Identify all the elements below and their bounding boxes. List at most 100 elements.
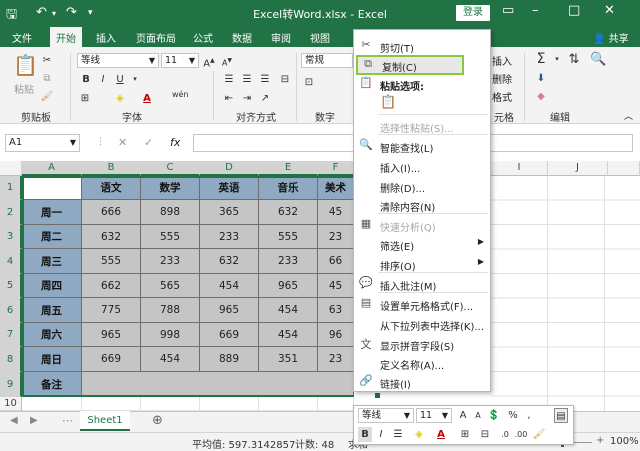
- collapse-ribbon-icon[interactable]: ︿: [624, 109, 633, 122]
- undo-icon[interactable]: ↶: [36, 5, 47, 20]
- find-select-icon[interactable]: 🔍: [590, 52, 606, 67]
- fill-color-icon[interactable]: ◈: [113, 91, 127, 106]
- context-menu-item[interactable]: 🔗 链接(I): [354, 372, 490, 392]
- align-center-icon[interactable]: ☰: [391, 427, 405, 442]
- paste-label[interactable]: 粘贴: [14, 81, 34, 96]
- percent-icon[interactable]: %: [506, 408, 520, 423]
- name-box[interactable]: A1 ▼: [5, 134, 80, 152]
- context-menu-item[interactable]: ▤ 设置单元格格式(F)...: [354, 294, 490, 314]
- table-empty-cell[interactable]: [141, 397, 200, 411]
- column-header[interactable]: J: [548, 161, 608, 176]
- zoom-level[interactable]: 100%: [610, 436, 639, 447]
- next-sheet-icon[interactable]: ▶: [30, 415, 38, 426]
- select-all-corner[interactable]: [0, 161, 22, 176]
- underline-dropdown-icon[interactable]: ▾: [128, 72, 142, 87]
- share-button[interactable]: 👤 共享: [593, 30, 629, 45]
- sheet-tab[interactable]: Sheet1: [80, 411, 130, 431]
- redo-icon[interactable]: ↷: [66, 5, 77, 20]
- mini-font-name-combo[interactable]: 等线 ▼: [358, 408, 414, 423]
- fill-color-icon[interactable]: ◈: [412, 427, 426, 442]
- number-format-combo[interactable]: 常规: [301, 53, 353, 68]
- spreadsheet-grid[interactable]: A B C D E F I J 1 2 3 4 5 6 7 8 9 10 语文 数学 英语 音乐 美术 周一…: [0, 161, 640, 411]
- decrease-indent-icon[interactable]: ⇤: [222, 91, 236, 106]
- row-header[interactable]: 6: [0, 298, 22, 323]
- zoom-in-icon[interactable]: +: [596, 435, 604, 446]
- row-header[interactable]: 4: [0, 249, 22, 274]
- customize-quick-access-icon[interactable]: ▾: [88, 8, 93, 18]
- row-header[interactable]: 5: [0, 274, 22, 298]
- orientation-icon[interactable]: ↗: [258, 91, 272, 106]
- currency-icon[interactable]: 💲: [487, 408, 501, 423]
- row-header[interactable]: 7: [0, 323, 22, 347]
- row-header[interactable]: 10: [0, 397, 22, 411]
- column-header[interactable]: F: [318, 161, 354, 176]
- cancel-icon[interactable]: ✕: [118, 136, 127, 149]
- close-icon[interactable]: ✕: [604, 3, 615, 18]
- phonetic-guide-icon[interactable]: wén: [172, 87, 189, 102]
- row-header[interactable]: 3: [0, 225, 22, 249]
- cut-icon[interactable]: ✂: [40, 53, 54, 68]
- save-icon[interactable]: 🖫: [6, 5, 17, 27]
- font-color-icon[interactable]: A: [434, 427, 448, 442]
- decrease-font-icon[interactable]: A: [471, 408, 485, 423]
- tab-data[interactable]: 数据: [232, 30, 252, 45]
- context-menu-item[interactable]: 📋: [354, 92, 490, 114]
- table-empty-cell[interactable]: [22, 397, 82, 411]
- column-header[interactable]: A: [22, 161, 82, 176]
- italic-icon[interactable]: I: [374, 427, 388, 442]
- table-empty-cell[interactable]: [259, 397, 318, 411]
- column-header[interactable]: C: [141, 161, 200, 176]
- context-menu-item[interactable]: 定义名称(A)...: [354, 353, 490, 373]
- increase-font-icon[interactable]: A▲: [202, 53, 216, 69]
- accounting-format-icon[interactable]: ⊡: [302, 75, 316, 90]
- prev-sheet-icon[interactable]: ◀: [10, 415, 18, 426]
- bold-icon[interactable]: B: [358, 427, 372, 442]
- more-sheets-icon[interactable]: ⋯: [62, 414, 73, 427]
- cells-format-button[interactable]: 格式: [492, 89, 512, 104]
- align-right-icon[interactable]: ☰: [258, 72, 272, 87]
- font-size-combo[interactable]: 11 ▼: [161, 53, 199, 68]
- insert-function-icon[interactable]: fx: [170, 136, 180, 149]
- context-menu-item[interactable]: 选择性粘贴(S)...: [354, 116, 490, 136]
- clear-icon[interactable]: ◆: [534, 89, 548, 104]
- ribbon-options-icon[interactable]: ▭: [502, 3, 514, 18]
- underline-icon[interactable]: U: [113, 72, 127, 87]
- table-empty-cell[interactable]: [200, 397, 259, 411]
- format-painter-icon[interactable]: 🖌: [532, 427, 546, 442]
- column-header[interactable]: B: [82, 161, 141, 176]
- context-menu-item[interactable]: 💬 插入批注(M): [354, 274, 490, 294]
- comma-style-icon[interactable]: ,: [522, 408, 536, 423]
- autosum-icon[interactable]: Σ: [534, 52, 548, 67]
- empty-cells-area[interactable]: [491, 176, 640, 411]
- tab-insert[interactable]: 插入: [96, 30, 116, 45]
- tab-review[interactable]: 审阅: [271, 30, 291, 45]
- context-menu-item[interactable]: ✂ 剪切(T): [354, 36, 490, 56]
- table-empty-cell[interactable]: [82, 397, 141, 411]
- increase-indent-icon[interactable]: ⇥: [240, 91, 254, 106]
- row-header[interactable]: 1: [0, 176, 22, 200]
- fill-icon[interactable]: ⬇: [534, 71, 548, 86]
- merge-center-icon[interactable]: ⊟: [278, 72, 292, 87]
- format-table-icon[interactable]: ▤: [554, 408, 568, 423]
- decrease-decimal-icon[interactable]: .00: [514, 427, 528, 442]
- row-header[interactable]: 8: [0, 347, 22, 372]
- context-menu-item[interactable]: 文显示拼音字段(S): [354, 334, 490, 354]
- cells-delete-button[interactable]: 删除: [492, 71, 512, 86]
- context-menu-item[interactable]: 删除(D)...: [354, 176, 490, 196]
- context-menu-item[interactable]: 🔍 智能查找(L): [354, 136, 490, 156]
- sort-filter-icon[interactable]: ⇅: [567, 52, 581, 67]
- tab-formulas[interactable]: 公式: [193, 30, 213, 45]
- column-header[interactable]: I: [491, 161, 548, 176]
- enter-icon[interactable]: ✓: [144, 136, 153, 149]
- fill-handle[interactable]: [375, 393, 380, 398]
- context-menu-item[interactable]: 插入(I)...: [354, 156, 490, 176]
- tab-home[interactable]: 开始: [50, 27, 82, 47]
- format-painter-icon[interactable]: 🖌: [40, 89, 54, 104]
- tab-view[interactable]: 视图: [310, 30, 330, 45]
- login-button[interactable]: 登录: [456, 5, 490, 21]
- table-empty-cell[interactable]: [318, 397, 354, 411]
- context-menu-item[interactable]: 排序(O) ▶: [354, 254, 490, 274]
- borders-icon[interactable]: ⊞: [458, 427, 472, 442]
- context-menu-item[interactable]: ⧉ 复制(C): [356, 55, 464, 75]
- merge-center-icon[interactable]: ⊟: [478, 427, 492, 442]
